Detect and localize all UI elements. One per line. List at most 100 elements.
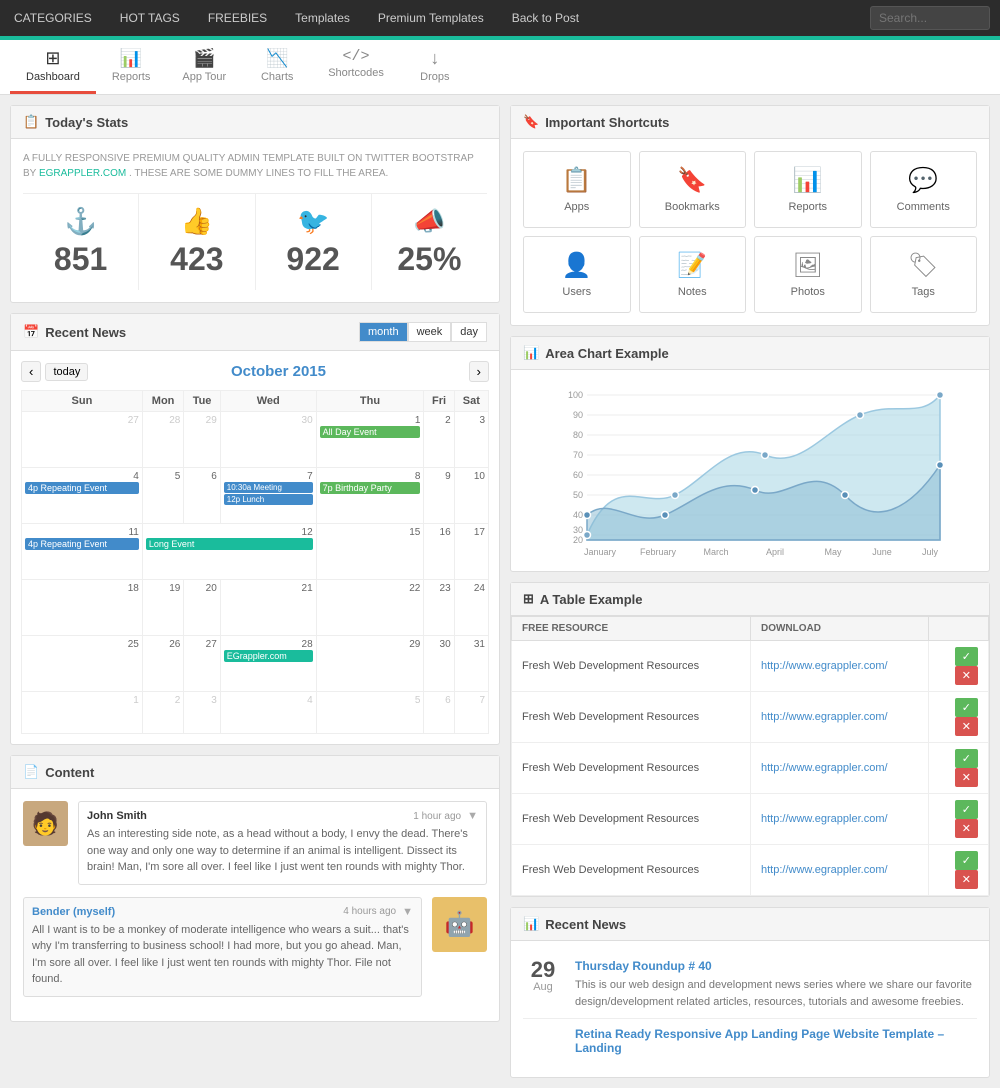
col-header-actions <box>929 617 989 641</box>
content-card: 📄 Content 🧑 John Smith 1 hour ago ▼ <box>10 755 500 1022</box>
comment-arrow-2[interactable]: ▼ <box>402 906 413 918</box>
nav-freebies[interactable]: FREEBIES <box>194 0 281 36</box>
shortcut-photos[interactable]: 🖼 Photos <box>754 236 862 313</box>
cal-cell: 2 <box>142 692 184 734</box>
dashboard-icon: ⊞ <box>45 48 60 69</box>
view-tab-day[interactable]: day <box>451 322 487 342</box>
cal-cell-oct1[interactable]: 1 All Day Event <box>316 412 424 468</box>
shortcut-users[interactable]: 👤 Users <box>523 236 631 313</box>
tab-bar: ⊞ Dashboard 📊 Reports 🎬 App Tour 📉 Chart… <box>0 40 1000 95</box>
shortcuts-card: 🔖 Important Shortcuts 📋 Apps 🔖 Bookmarks… <box>510 105 990 326</box>
row-ok-button[interactable]: ✓ <box>955 851 978 870</box>
nav-back-to-post[interactable]: Back to Post <box>498 0 593 36</box>
stat-value-2: 423 <box>170 241 223 277</box>
area-chart-card: 📊 Area Chart Example 100 90 80 70 60 50 … <box>510 336 990 572</box>
cal-cell-oct12[interactable]: 12 Long Event <box>142 524 316 580</box>
row-ok-button[interactable]: ✓ <box>955 647 978 666</box>
cal-cell: 27 <box>22 412 143 468</box>
nav-templates[interactable]: Templates <box>281 0 364 36</box>
shortcut-label-tags: Tags <box>912 286 935 298</box>
cal-cell-oct7[interactable]: 7 10:30a Meeting 12p Lunch <box>220 468 316 524</box>
cal-cell: 2 <box>424 412 454 468</box>
calendar-today[interactable]: today <box>45 363 88 381</box>
comment-item-1: 🧑 John Smith 1 hour ago ▼ As an interest… <box>23 801 487 885</box>
cal-cell-oct4[interactable]: 4 4p Repeating Event <box>22 468 143 524</box>
cal-cell: 3 <box>454 412 488 468</box>
cal-cell: 19 <box>142 580 184 636</box>
shortcut-reports[interactable]: 📊 Reports <box>754 151 862 228</box>
table-header: ⊞ A Table Example <box>511 583 989 616</box>
shortcut-label-notes: Notes <box>678 286 707 298</box>
news-title-2[interactable]: Retina Ready Responsive App Landing Page… <box>575 1027 977 1055</box>
stat-item-anchor: ⚓ 851 <box>23 194 139 290</box>
nav-hot-tags[interactable]: HOT TAGS <box>106 0 194 36</box>
table-row: Fresh Web Development Resources http://w… <box>512 641 989 692</box>
tab-reports[interactable]: 📊 Reports <box>96 40 167 94</box>
shortcut-label-bookmarks: Bookmarks <box>665 201 720 213</box>
svg-text:100: 100 <box>568 390 583 400</box>
nav-premium-templates[interactable]: Premium Templates <box>364 0 498 36</box>
calendar-month-title: October 2015 <box>88 363 468 380</box>
data-table: FREE RESOURCE DOWNLOAD Fresh Web Develop… <box>511 616 989 896</box>
news-item-2: Retina Ready Responsive App Landing Page… <box>523 1019 977 1067</box>
row-ok-button[interactable]: ✓ <box>955 749 978 768</box>
row-delete-button[interactable]: ✕ <box>955 666 978 685</box>
stat-item-megaphone: 📣 25% <box>372 194 487 290</box>
notes-icon: 📝 <box>677 251 707 280</box>
view-tab-week[interactable]: week <box>408 322 452 342</box>
shortcut-tags[interactable]: 🏷 Tags <box>870 236 978 313</box>
svg-text:70: 70 <box>573 450 583 460</box>
comment-author-2: Bender (myself) <box>32 906 115 918</box>
shortcut-notes[interactable]: 📝 Notes <box>639 236 747 313</box>
recent-news-card: 📊 Recent News 29 Aug Thursday Roundup # … <box>510 907 990 1078</box>
chart-header-icon: 📊 <box>523 345 539 361</box>
cal-cell: 24 <box>454 580 488 636</box>
row-delete-button[interactable]: ✕ <box>955 819 978 838</box>
users-icon: 👤 <box>562 251 592 280</box>
shortcut-comments[interactable]: 💬 Comments <box>870 151 978 228</box>
row-delete-button[interactable]: ✕ <box>955 870 978 889</box>
svg-text:July: July <box>922 547 939 557</box>
content-header: 📄 Content <box>11 756 499 789</box>
news-title-1[interactable]: Thursday Roundup # 40 <box>575 959 977 973</box>
apps-icon: 📋 <box>562 166 592 195</box>
cal-cell-oct28[interactable]: 28 EGrappler.com <box>220 636 316 692</box>
calendar-prev[interactable]: ‹ <box>21 361 41 382</box>
tab-drops[interactable]: ↓ Drops <box>400 40 470 94</box>
nav-categories[interactable]: CATEGORIES <box>0 0 106 36</box>
news-item-1: 29 Aug Thursday Roundup # 40 This is our… <box>523 951 977 1019</box>
thumbsup-icon: 👍 <box>147 206 246 237</box>
calendar-next[interactable]: › <box>469 361 489 382</box>
svg-text:March: March <box>703 547 728 557</box>
tab-dashboard[interactable]: ⊞ Dashboard <box>10 40 96 94</box>
row-delete-button[interactable]: ✕ <box>955 768 978 787</box>
cal-cell: 30 <box>220 412 316 468</box>
news-day-1: 29 <box>523 959 563 981</box>
row-ok-button[interactable]: ✓ <box>955 698 978 717</box>
search-input[interactable] <box>870 6 990 30</box>
cal-cell-oct11[interactable]: 11 4p Repeating Event <box>22 524 143 580</box>
cal-cell: 27 <box>184 636 220 692</box>
shortcut-bookmarks[interactable]: 🔖 Bookmarks <box>639 151 747 228</box>
cal-cell: 17 <box>454 524 488 580</box>
tab-app-tour[interactable]: 🎬 App Tour <box>166 40 242 94</box>
row-delete-button[interactable]: ✕ <box>955 717 978 736</box>
shortcut-apps[interactable]: 📋 Apps <box>523 151 631 228</box>
comment-arrow-1[interactable]: ▼ <box>467 810 478 822</box>
cal-cell: 4 <box>220 692 316 734</box>
calendar-card: 📅 Recent News month week day ‹ today Oct… <box>10 313 500 745</box>
todays-stats-header: 📋 Today's Stats <box>11 106 499 139</box>
stat-value-3: 922 <box>286 241 339 277</box>
cal-cell: 31 <box>454 636 488 692</box>
news-desc-1: This is our web design and development n… <box>575 977 977 1010</box>
cal-cell-oct8[interactable]: 8 7p Birthday Party <box>316 468 424 524</box>
tab-shortcodes[interactable]: </> Shortcodes <box>312 40 400 94</box>
cal-cell: 18 <box>22 580 143 636</box>
view-tab-month[interactable]: month <box>359 322 408 342</box>
row-ok-button[interactable]: ✓ <box>955 800 978 819</box>
cal-cell: 21 <box>220 580 316 636</box>
tab-charts[interactable]: 📉 Charts <box>242 40 312 94</box>
cal-cell: 6 <box>424 692 454 734</box>
cal-cell: 7 <box>454 692 488 734</box>
shortcut-label-apps: Apps <box>564 201 589 213</box>
